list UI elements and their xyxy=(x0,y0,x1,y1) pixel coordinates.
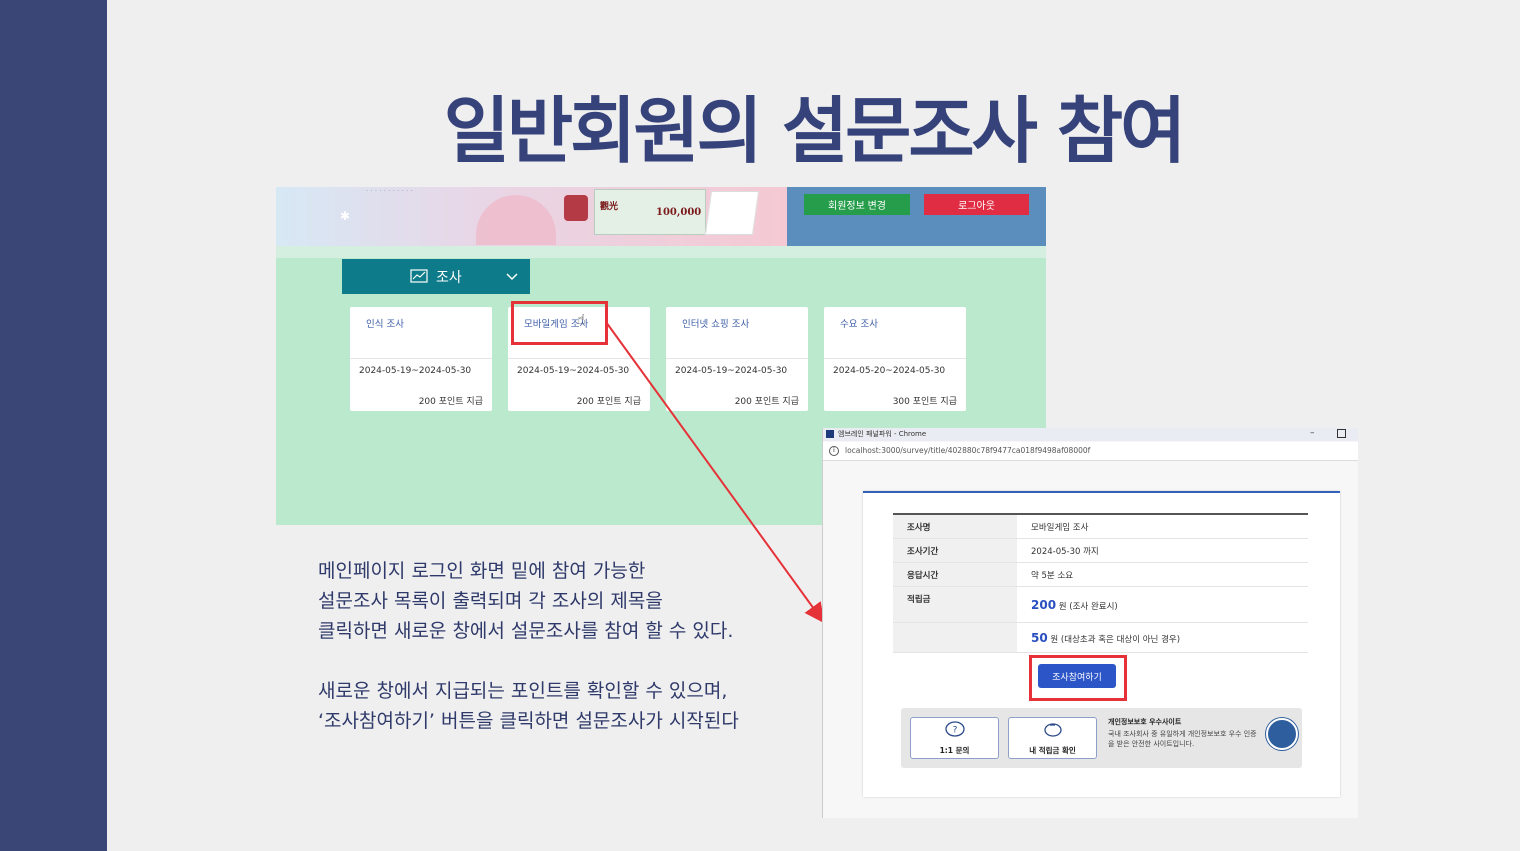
description-paragraph-2: 새로운 창에서 지급되는 포인트를 확인할 수 있으며, ‘조사참여하기’ 버튼… xyxy=(318,676,739,736)
privacy-text: 국내 조사회사 중 유일하게 개인정보보호 우수 인증을 받은 안전한 사이트입… xyxy=(1108,730,1257,748)
row-value: 모바일게임 조사 xyxy=(1017,513,1308,539)
table-row: 조사기간 2024-05-30 까지 xyxy=(893,538,1308,563)
window-title: 엠브레인 패널파워 - Chrome xyxy=(838,430,927,438)
description-line: 클릭하면 새로운 창에서 설문조사를 참여 할 수 있다. xyxy=(318,620,734,642)
survey-info-table: 조사명 모바일게임 조사 조사기간 2024-05-30 까지 응답시간 약 5… xyxy=(893,513,1308,653)
description-line: 새로운 창에서 지급되는 포인트를 확인할 수 있으며, xyxy=(318,680,728,702)
table-row: 50 원 (대상초과 혹은 대상이 아닌 경우) xyxy=(893,622,1308,653)
svg-text:?: ? xyxy=(953,726,958,736)
inquiry-label: 1:1 문의 xyxy=(939,746,970,755)
inquiry-button[interactable]: ? 1:1 문의 xyxy=(910,717,999,759)
row-value: 2024-05-30 까지 xyxy=(1017,538,1308,563)
survey-popup-window: 엠브레인 패널파워 - Chrome – i localhost:3000/su… xyxy=(822,428,1358,818)
support-box: ? 1:1 문의 내 적립금 확인 개인정보보호 우수사이트 국내 조사회사 중… xyxy=(901,708,1302,768)
description-line: 메인페이지 로그인 화면 밑에 참여 가능한 xyxy=(318,560,646,582)
piggy-bank-icon xyxy=(1044,723,1062,737)
reward-value: 200 원 (조사 완료시) xyxy=(1017,586,1308,623)
minimize-icon[interactable]: – xyxy=(1310,428,1315,438)
window-titlebar: 엠브레인 패널파워 - Chrome – xyxy=(823,428,1358,441)
row-label: 조사명 xyxy=(893,513,1017,539)
maximize-icon[interactable] xyxy=(1337,429,1346,438)
my-points-label: 내 적립금 확인 xyxy=(1029,746,1076,755)
info-icon[interactable]: i xyxy=(829,446,839,456)
reward-value: 50 원 (대상초과 혹은 대상이 아닌 경우) xyxy=(1017,622,1308,653)
reward-text: 원 (조사 완료시) xyxy=(1058,601,1118,612)
reward-amount: 50 xyxy=(1031,630,1048,645)
question-bubble-icon: ? xyxy=(945,721,965,737)
app-icon xyxy=(826,430,834,438)
row-label-empty xyxy=(893,622,1017,653)
description-line: 설문조사 목록이 출력되며 각 조사의 제목을 xyxy=(318,590,663,612)
my-points-button[interactable]: 내 적립금 확인 xyxy=(1008,717,1097,759)
description-paragraph-1: 메인페이지 로그인 화면 밑에 참여 가능한 설문조사 목록이 출력되며 각 조… xyxy=(318,556,733,646)
url-text[interactable]: localhost:3000/survey/title/402880c78f94… xyxy=(845,446,1090,455)
reward-amount: 200 xyxy=(1031,597,1057,612)
survey-info-panel: 조사명 모바일게임 조사 조사기간 2024-05-30 까지 응답시간 약 5… xyxy=(863,491,1340,797)
highlight-box xyxy=(1029,655,1127,701)
row-label: 조사기간 xyxy=(893,538,1017,563)
row-label: 적립금 xyxy=(893,586,1017,623)
privacy-certification-seal-icon xyxy=(1266,718,1298,750)
address-bar[interactable]: i localhost:3000/survey/title/402880c78f… xyxy=(823,442,1358,461)
privacy-title: 개인정보보호 우수사이트 xyxy=(1108,718,1182,726)
table-row: 응답시간 약 5분 소요 xyxy=(893,562,1308,587)
row-value: 약 5분 소요 xyxy=(1017,562,1308,587)
table-row: 조사명 모바일게임 조사 xyxy=(893,513,1308,539)
row-label: 응답시간 xyxy=(893,562,1017,587)
table-row: 적립금 200 원 (조사 완료시) xyxy=(893,586,1308,623)
description-line: ‘조사참여하기’ 버튼을 클릭하면 설문조사가 시작된다 xyxy=(318,710,739,732)
reward-text: 원 (대상초과 혹은 대상이 아닌 경우) xyxy=(1050,634,1181,645)
